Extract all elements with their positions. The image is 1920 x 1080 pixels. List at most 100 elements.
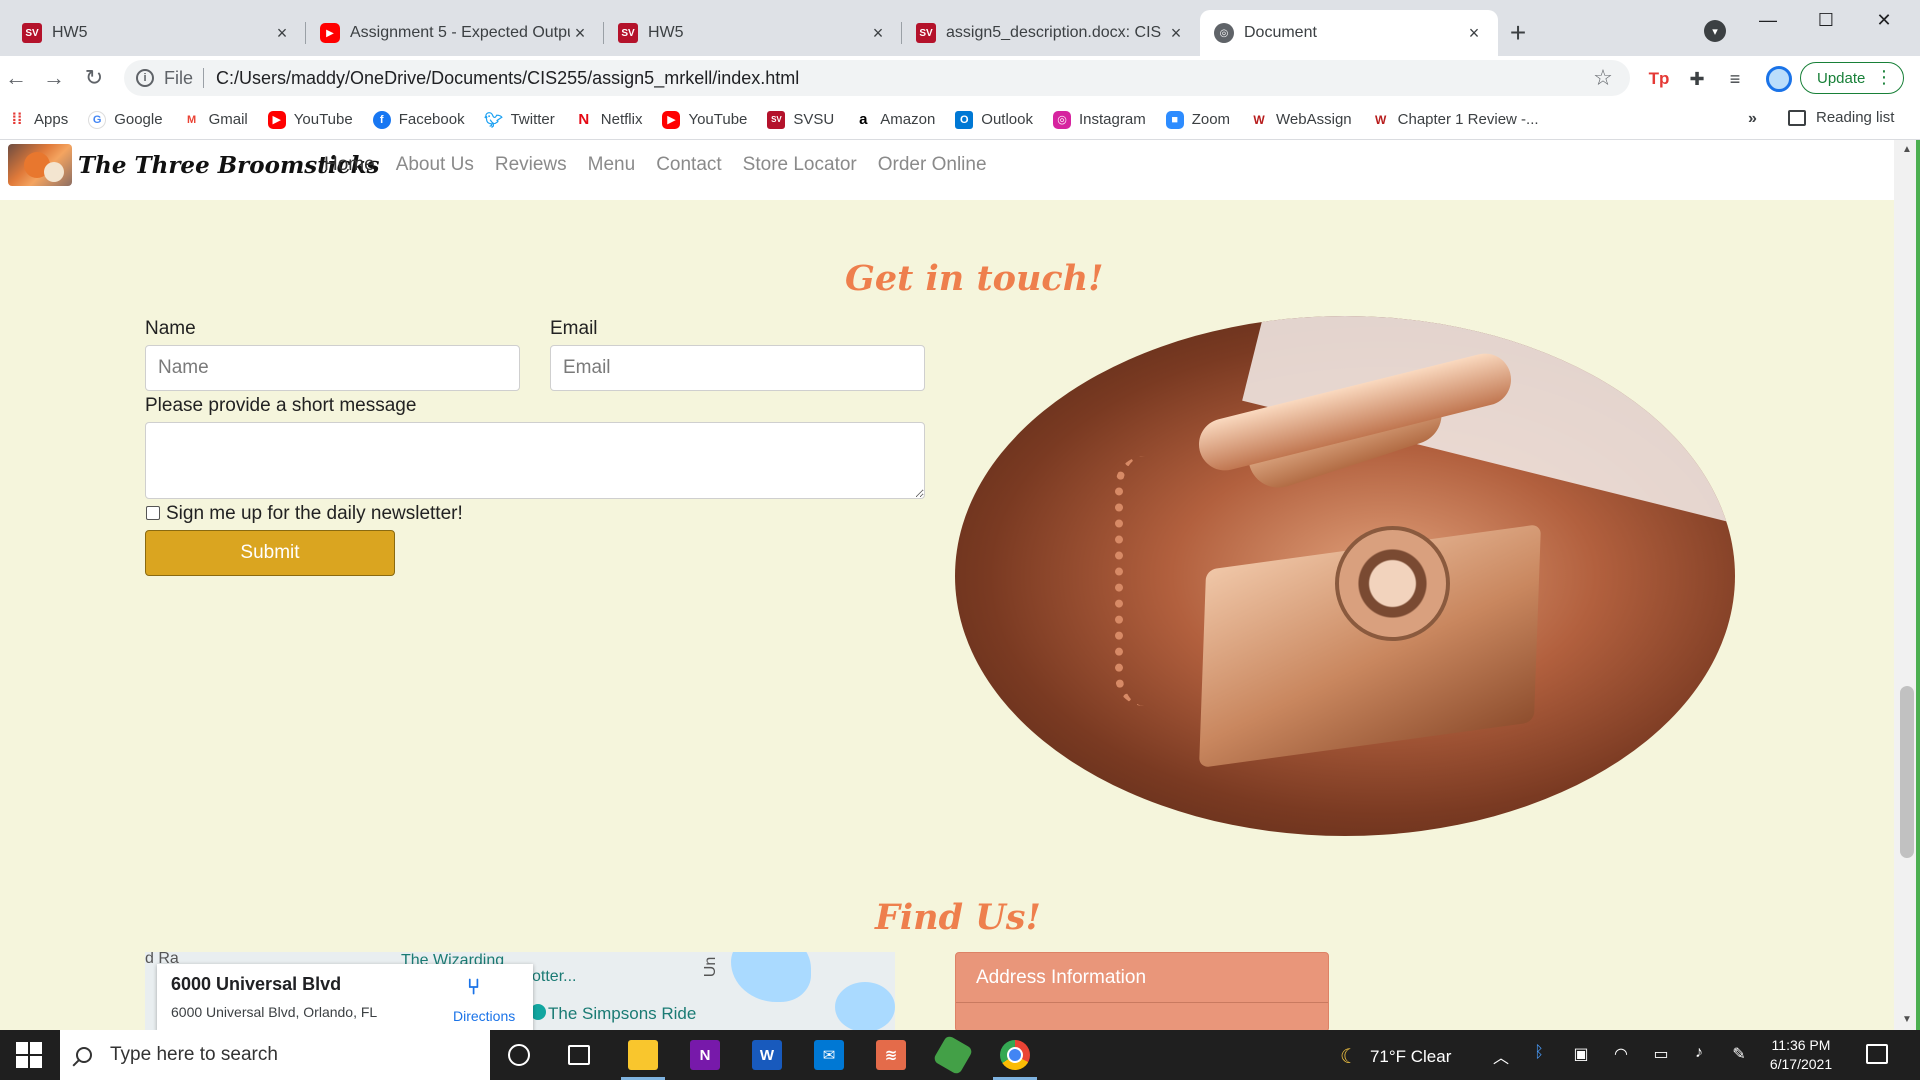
- nav-contact[interactable]: Contact: [656, 154, 721, 176]
- bookmark-outlook[interactable]: O Outlook: [955, 110, 1033, 129]
- task-view-icon[interactable]: [568, 1045, 590, 1065]
- browser-tab-document[interactable]: ◎ Document ×: [1200, 10, 1498, 56]
- place-title: 6000 Universal Blvd: [171, 974, 342, 994]
- windows-start-icon[interactable]: [16, 1042, 42, 1068]
- nav-reviews[interactable]: Reviews: [495, 154, 567, 176]
- close-icon[interactable]: ×: [570, 23, 590, 44]
- new-tab-plus-icon[interactable]: +: [1498, 10, 1538, 56]
- pen-icon[interactable]: ✎: [1728, 1044, 1750, 1064]
- meet-now-icon[interactable]: ▣: [1570, 1044, 1592, 1064]
- scrollbar-thumb[interactable]: [1900, 686, 1914, 858]
- bluetooth-icon[interactable]: ᛒ: [1528, 1044, 1550, 1062]
- bookmark-label: YouTube: [293, 111, 353, 128]
- bookmark-chapter1[interactable]: W Chapter 1 Review -...: [1371, 110, 1539, 129]
- address-bar[interactable]: i File C:/Users/maddy/OneDrive/Documents…: [124, 60, 1630, 96]
- browser-tab-assign5-description[interactable]: SV assign5_description.docx: CIS 255 ×: [902, 10, 1200, 56]
- message-textarea[interactable]: [145, 422, 925, 499]
- minimize-icon[interactable]: —: [1740, 6, 1796, 34]
- wifi-icon[interactable]: ◠: [1610, 1044, 1632, 1064]
- chrome-icon[interactable]: [1000, 1040, 1030, 1070]
- close-icon[interactable]: ×: [1166, 23, 1186, 44]
- nav-menu[interactable]: Menu: [588, 154, 636, 176]
- word-icon[interactable]: W: [752, 1040, 782, 1070]
- directions-link[interactable]: Directions: [453, 1008, 515, 1024]
- weather-widget[interactable]: ☾ 71°F Clear: [1340, 1044, 1451, 1069]
- nav-home[interactable]: Home: [324, 154, 375, 176]
- update-button[interactable]: Update ⋮: [1800, 62, 1904, 94]
- find-us-title: Find Us!: [875, 897, 1041, 938]
- bookmark-amazon[interactable]: a Amazon: [854, 110, 935, 129]
- email-input[interactable]: [550, 345, 925, 391]
- bookmark-netflix[interactable]: N Netflix: [574, 110, 642, 129]
- bookmark-youtube-2[interactable]: ▶ YouTube: [662, 110, 747, 129]
- bookmark-webassign[interactable]: W WebAssign: [1250, 110, 1352, 129]
- bookmark-gmail[interactable]: M Gmail: [182, 110, 248, 129]
- facebook-icon: f: [372, 110, 391, 129]
- bookmark-google[interactable]: G Google: [88, 110, 163, 129]
- submit-button[interactable]: Submit: [145, 530, 395, 576]
- apps-grid-icon: ⁞⁞: [11, 110, 23, 128]
- browser-tab-hw5-2[interactable]: SV HW5 ×: [604, 10, 902, 56]
- close-icon[interactable]: ×: [868, 23, 888, 44]
- back-arrow-icon[interactable]: ←: [2, 64, 30, 92]
- forward-arrow-icon[interactable]: →: [40, 64, 68, 92]
- notifications-icon[interactable]: [1866, 1044, 1888, 1064]
- embedded-map[interactable]: d Ra Un The Wizarding otter... The Simps…: [145, 952, 895, 1030]
- close-icon[interactable]: ×: [272, 23, 292, 44]
- bookmark-youtube[interactable]: ▶ YouTube: [267, 110, 353, 129]
- bookmark-star-icon[interactable]: ☆: [1588, 65, 1618, 91]
- extensions-puzzle-icon[interactable]: ✚: [1684, 66, 1710, 92]
- nav-store-locator[interactable]: Store Locator: [743, 154, 857, 176]
- browser-tab-hw5-1[interactable]: SV HW5 ×: [8, 10, 306, 56]
- bookmark-label: Apps: [34, 111, 69, 128]
- reading-list-button[interactable]: Reading list: [1788, 109, 1894, 126]
- newsletter-label[interactable]: Sign me up for the daily newsletter!: [166, 503, 463, 525]
- nav-about-us[interactable]: About Us: [396, 154, 474, 176]
- nodejs-icon[interactable]: [932, 1034, 974, 1076]
- bookmark-apps[interactable]: ⁞⁞ Apps: [8, 110, 69, 129]
- close-icon[interactable]: ×: [1464, 23, 1484, 44]
- tp-extension-icon[interactable]: Tp: [1646, 66, 1672, 92]
- chevron-up-icon[interactable]: ︿: [1490, 1044, 1512, 1068]
- volume-icon[interactable]: ♪: [1688, 1044, 1710, 1062]
- contact-title: Get in touch!: [845, 258, 1104, 299]
- mail-icon[interactable]: ✉: [814, 1040, 844, 1070]
- bookmark-instagram[interactable]: ◎ Instagram: [1053, 110, 1146, 129]
- map-poi-label[interactable]: The Simpsons Ride: [548, 1004, 696, 1024]
- cortana-icon[interactable]: [508, 1044, 530, 1066]
- file-explorer-icon[interactable]: [628, 1040, 658, 1070]
- directions-icon[interactable]: ⑂: [467, 974, 489, 999]
- youtube-icon: ▶: [320, 23, 340, 43]
- nav-order-online[interactable]: Order Online: [878, 154, 987, 176]
- onenote-icon[interactable]: N: [690, 1040, 720, 1070]
- clock-date: 6/17/2021: [1769, 1056, 1833, 1072]
- window-close-icon[interactable]: ✕: [1856, 6, 1912, 34]
- name-input[interactable]: [145, 345, 520, 391]
- address-url[interactable]: C:/Users/maddy/OneDrive/Documents/CIS255…: [216, 68, 1588, 89]
- bookmark-zoom[interactable]: ■ Zoom: [1165, 110, 1231, 129]
- taskbar-search-box[interactable]: Type here to search: [60, 1030, 490, 1080]
- map-lake: [731, 952, 811, 1002]
- layers-app-icon[interactable]: ≋: [876, 1040, 906, 1070]
- tab-search-chevron-icon[interactable]: ▾: [1704, 20, 1726, 42]
- newsletter-checkbox[interactable]: [146, 506, 160, 520]
- reload-icon[interactable]: ↻: [80, 64, 108, 92]
- email-label: Email: [550, 318, 598, 339]
- profile-avatar[interactable]: [1766, 66, 1792, 92]
- menu-dots-icon: ⋮: [1875, 67, 1893, 87]
- bookmark-label: Zoom: [1191, 111, 1231, 128]
- logo-image[interactable]: [8, 144, 72, 186]
- google-icon: G: [88, 110, 107, 129]
- map-poi-label[interactable]: otter...: [532, 968, 576, 986]
- bookmark-twitter[interactable]: 🐦︎ Twitter: [484, 110, 555, 129]
- maximize-icon[interactable]: ☐: [1798, 6, 1854, 34]
- taskbar-clock[interactable]: 11:36 PM 6/17/2021: [1756, 1036, 1846, 1074]
- media-queue-icon[interactable]: ≡: [1722, 66, 1748, 92]
- bookmark-svsu[interactable]: SV SVSU: [767, 110, 834, 129]
- map-lake: [835, 982, 895, 1030]
- info-icon[interactable]: i: [136, 69, 154, 87]
- browser-tab-assignment5[interactable]: ▶ Assignment 5 - Expected Output ×: [306, 10, 604, 56]
- battery-icon[interactable]: ▭: [1650, 1044, 1672, 1064]
- bookmarks-overflow-icon[interactable]: »: [1748, 110, 1757, 128]
- bookmark-facebook[interactable]: f Facebook: [372, 110, 465, 129]
